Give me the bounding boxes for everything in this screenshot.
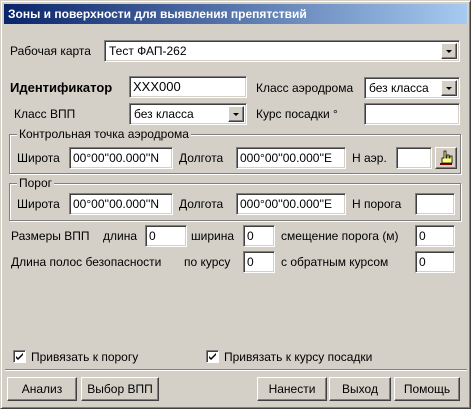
bind-course-label[interactable]: Привязать к курсу посадки	[224, 346, 372, 368]
runway-class-label: Класс ВПП	[14, 107, 76, 121]
runway-length-label: длина	[103, 229, 138, 243]
dialog-window: Зоны и поверхности для выявления препятс…	[0, 0, 471, 409]
safety-reverse-input[interactable]: 0	[415, 251, 455, 273]
threshold-lon-input[interactable]: 000°00''00.000''E	[236, 193, 346, 215]
control-point-lon-input[interactable]: 000°00''00.000''E	[236, 147, 346, 169]
threshold-h-label: Н порога	[352, 197, 402, 211]
divider	[5, 369, 467, 371]
control-point-lat-input[interactable]: 00°00''00.000''N	[69, 147, 173, 169]
control-point-lat-label: Широта	[17, 151, 60, 165]
checkmark-icon	[16, 353, 23, 360]
chevron-down-icon[interactable]	[441, 80, 457, 96]
control-point-title: Контрольная точка аэродрома	[17, 127, 191, 141]
help-button[interactable]: Помощь	[394, 377, 460, 401]
pick-point-button[interactable]	[435, 147, 457, 169]
aerodrome-class-value: без класса	[369, 81, 429, 95]
aerodrome-class-label: Класс аэродрома	[256, 81, 354, 95]
runway-width-input[interactable]: 0	[243, 225, 275, 247]
runway-class-select[interactable]: без класса	[129, 103, 247, 125]
work-map-select[interactable]: Тест ФАП-262	[104, 40, 460, 62]
chevron-down-icon[interactable]	[441, 43, 457, 59]
apply-button[interactable]: Нанести	[257, 377, 327, 401]
threshold-offset-input[interactable]: 0	[415, 225, 455, 247]
threshold-lat-label: Широта	[17, 197, 60, 211]
threshold-lon-label: Долгота	[179, 197, 224, 211]
analysis-button[interactable]: Анализ	[7, 377, 77, 401]
runway-class-value: без класса	[134, 107, 194, 121]
select-runway-button[interactable]: Выбор ВПП	[81, 377, 159, 401]
runway-length-input[interactable]: 0	[145, 225, 187, 247]
threshold-lat-input[interactable]: 00°00''00.000''N	[69, 193, 173, 215]
exit-button[interactable]: Выход	[329, 377, 391, 401]
bind-threshold-label[interactable]: Привязать к порогу	[31, 346, 138, 368]
checkmark-icon	[209, 353, 216, 360]
control-point-h-input[interactable]	[396, 147, 432, 169]
identifier-label: Идентификатор	[10, 80, 113, 95]
identifier-input[interactable]: XXX000	[129, 76, 247, 98]
chevron-down-icon[interactable]	[228, 106, 244, 122]
aerodrome-class-select[interactable]: без класса	[364, 77, 460, 99]
work-map-label: Рабочая карта	[10, 44, 91, 58]
window-title: Зоны и поверхности для выявления препятс…	[8, 7, 307, 21]
hand-pointer-icon	[440, 150, 453, 165]
safety-forward-label: по курсу	[184, 255, 231, 269]
landing-course-label: Курс посадки °	[256, 107, 338, 121]
bind-threshold-checkbox[interactable]	[13, 350, 26, 363]
safety-reverse-label: с обратным курсом	[281, 255, 389, 269]
control-point-h-label: Н аэр.	[352, 151, 387, 165]
threshold-h-input[interactable]	[415, 193, 455, 215]
threshold-offset-label: смещение порога (м)	[281, 229, 399, 243]
runway-dims-label: Размеры ВПП	[11, 229, 90, 243]
threshold-title: Порог	[17, 176, 55, 190]
landing-course-input[interactable]	[364, 103, 460, 125]
work-map-value: Тест ФАП-262	[109, 44, 187, 58]
bind-course-checkbox[interactable]	[206, 350, 219, 363]
runway-width-label: ширина	[191, 229, 235, 243]
safety-forward-input[interactable]: 0	[243, 251, 275, 273]
control-point-lon-label: Долгота	[179, 151, 224, 165]
safety-strips-label: Длина полос безопасности	[11, 255, 162, 269]
title-bar: Зоны и поверхности для выявления препятс…	[4, 4, 467, 24]
